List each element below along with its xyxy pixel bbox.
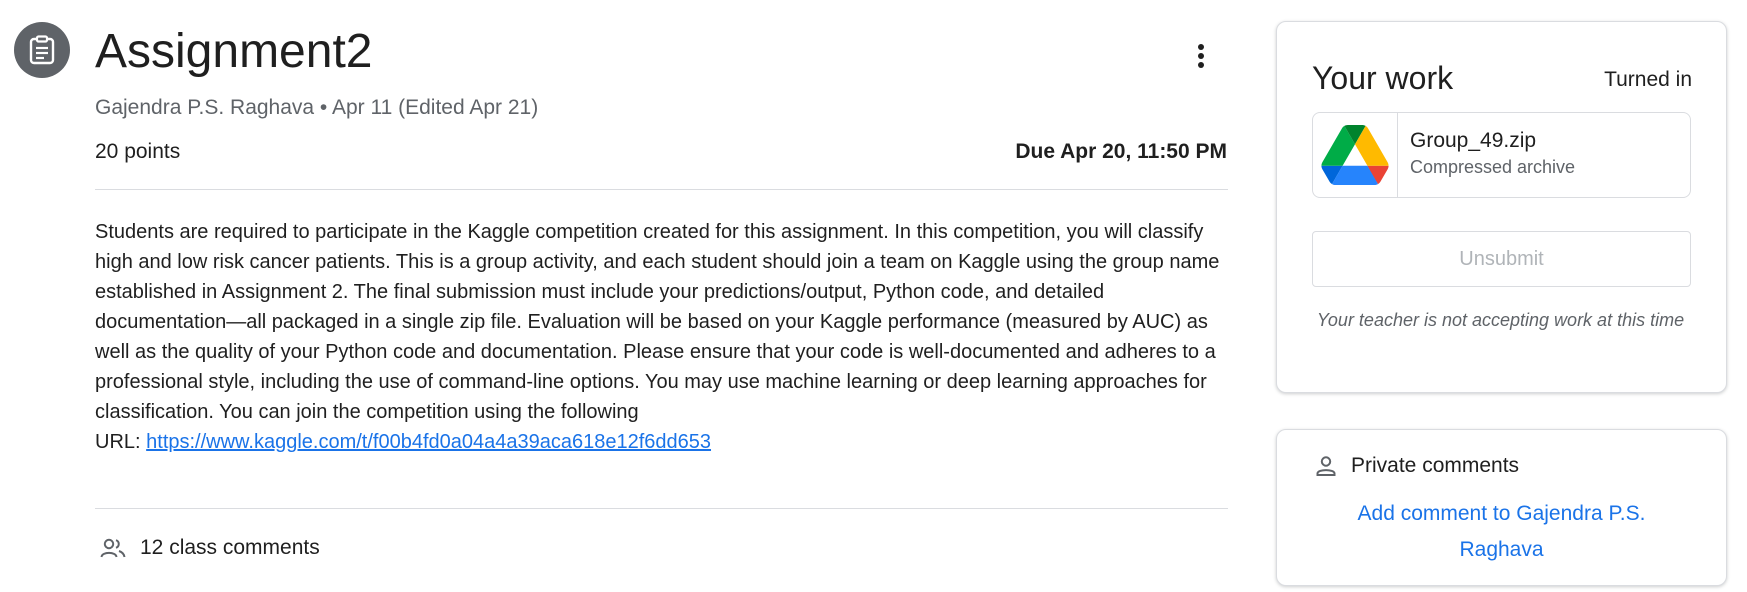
url-label: URL: [95, 431, 141, 453]
unsubmit-button[interactable]: Unsubmit [1312, 231, 1691, 287]
assignment-description: Students are required to participate in … [95, 217, 1235, 457]
file-info: Group_49.zip Compressed archive [1398, 113, 1587, 197]
status-badge: Turned in [1604, 68, 1692, 91]
file-thumbnail [1313, 113, 1398, 197]
class-comments-label: 12 class comments [140, 536, 320, 559]
file-type: Compressed archive [1410, 157, 1576, 177]
description-text: Students are required to participate in … [95, 221, 1220, 423]
add-private-comment-link[interactable]: Add comment to Gajendra P.S. Raghava [1317, 496, 1686, 568]
private-comments-title: Private comments [1351, 454, 1520, 477]
assignment-meta: Gajendra P.S. Raghava • Apr 11 (Edited A… [95, 96, 539, 119]
class-comments-button[interactable]: 12 class comments [100, 536, 320, 560]
file-name: Group_49.zip [1410, 129, 1537, 152]
assignment-icon [14, 22, 70, 78]
private-comments-card: Private comments Add comment to Gajendra… [1276, 429, 1727, 586]
due-date: Due Apr 20, 11:50 PM [1015, 140, 1227, 163]
private-comments-header: Private comments [1315, 454, 1519, 478]
more-vert-icon [1198, 44, 1204, 68]
page-title: Assignment2 [95, 25, 373, 78]
attachment-file[interactable]: Group_49.zip Compressed archive [1312, 112, 1691, 198]
divider [95, 508, 1228, 509]
not-accepting-notice: Your teacher is not accepting work at th… [1316, 310, 1685, 330]
your-work-title: Your work [1312, 60, 1454, 96]
people-icon [100, 538, 126, 558]
points-label: 20 points [95, 140, 181, 163]
person-icon [1316, 456, 1336, 476]
competition-link[interactable]: https://www.kaggle.com/t/f00b4fd0a04a4a3… [146, 431, 711, 453]
more-options-button[interactable] [1180, 38, 1222, 74]
your-work-card: Your work Turned in Group_49.zip Compres… [1276, 21, 1727, 393]
google-drive-icon [1321, 125, 1389, 185]
divider [95, 189, 1228, 190]
